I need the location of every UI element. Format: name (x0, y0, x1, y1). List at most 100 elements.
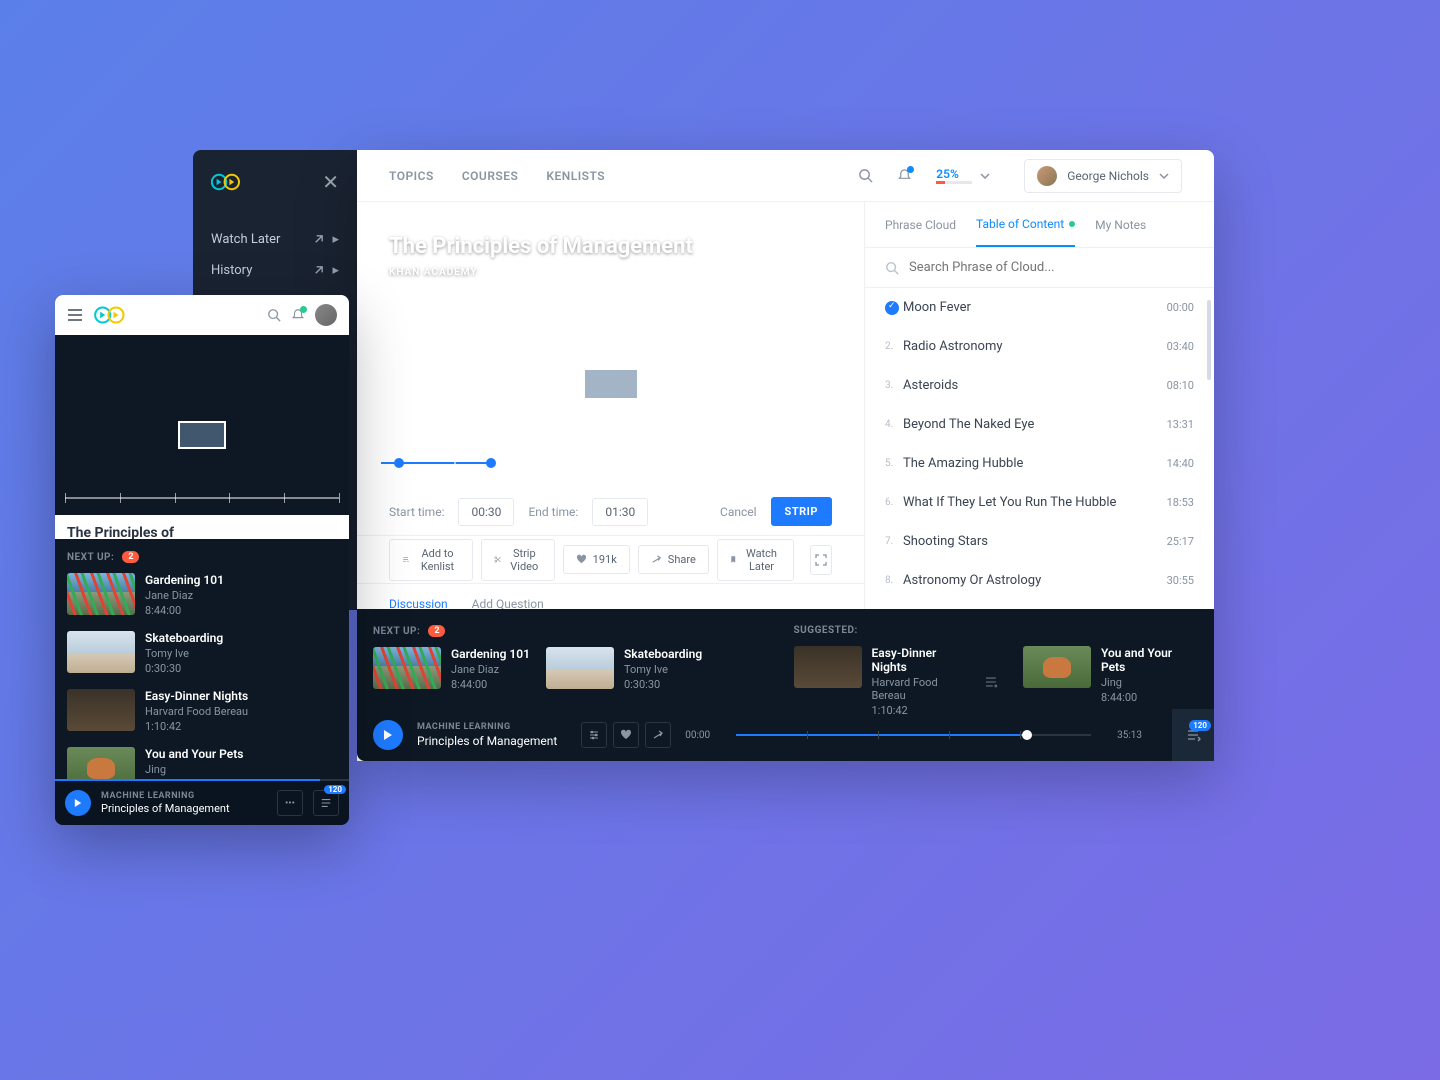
toc-item[interactable]: 6.What If They Let You Run The Hubble18:… (865, 483, 1214, 522)
toc-item[interactable]: 2.Radio Astronomy03:40 (865, 327, 1214, 366)
video-card[interactable]: Gardening 101Jane Diaz8:44:00 (67, 573, 337, 617)
nav-courses[interactable]: COURSES (462, 169, 519, 183)
card-duration: 0:30:30 (624, 678, 702, 691)
nav-kenlists[interactable]: KENLISTS (546, 169, 605, 183)
player-like-button[interactable] (613, 722, 639, 748)
card-title: Gardening 101 (145, 573, 224, 587)
strip-video-button[interactable]: Strip Video (481, 539, 555, 581)
heart-icon (576, 554, 587, 565)
video-card[interactable]: Easy-Dinner NightsHarvard Food Bereau1:1… (67, 689, 337, 733)
sidebar-item-history[interactable]: History ▸ (211, 255, 339, 286)
thumbnail (67, 689, 135, 731)
player-title: Principles of Management (417, 734, 557, 748)
video-timeline[interactable] (381, 462, 840, 464)
user-dropdown[interactable]: George Nichols (1024, 159, 1182, 193)
toc-item[interactable]: 7.Shooting Stars25:17 (865, 522, 1214, 561)
progress-widget[interactable]: 25% (936, 167, 990, 184)
search-icon (885, 261, 899, 275)
video-hero[interactable]: The Principles of Management KHAN ACADEM… (357, 202, 864, 488)
end-time-input[interactable] (592, 498, 648, 526)
mobile-nextup: NEXT UP: 2 Gardening 101Jane Diaz8:44:00… (55, 539, 349, 815)
toc-num: 2. (885, 341, 903, 352)
toc-item[interactable]: 3.Asteroids08:10 (865, 366, 1214, 405)
bell-icon[interactable] (291, 308, 305, 322)
bell-icon[interactable] (897, 168, 912, 183)
sliders-icon (588, 729, 600, 741)
add-kenlist-button[interactable]: Add to Kenlist (389, 539, 473, 581)
player-title: Principles of Management (101, 802, 230, 815)
thumbnail (546, 647, 614, 689)
playlist-settings-button[interactable] (581, 722, 607, 748)
toc-title: Radio Astronomy (903, 339, 1167, 354)
nextup-count: 2 (122, 551, 139, 563)
thumbnail (67, 631, 135, 673)
toc-title: The Amazing Hubble (903, 456, 1167, 471)
video-card[interactable]: Gardening 101Jane Diaz8:44:00 (373, 647, 530, 691)
video-card[interactable]: You and Your PetsJing8:44:00 (1023, 646, 1198, 704)
scissors-icon (494, 554, 501, 565)
queue-button[interactable]: 120 (313, 790, 339, 816)
tab-table-of-content[interactable]: Table of Content (976, 217, 1075, 247)
nav-topics[interactable]: TOPICS (389, 169, 434, 183)
toc-title: Asteroids (903, 378, 1167, 393)
nextup-label: NEXT UP: (373, 626, 420, 637)
toc-title: Shooting Stars (903, 534, 1167, 549)
close-icon[interactable]: ✕ (322, 170, 339, 194)
player-share-button[interactable] (645, 722, 671, 748)
like-button[interactable]: 191k (563, 545, 630, 574)
video-timeline[interactable] (65, 497, 339, 499)
play-button[interactable] (373, 720, 403, 750)
card-author: Tomy Ive (624, 663, 702, 676)
sidebar-item-watch-later[interactable]: Watch Later ▸ (211, 224, 339, 255)
thumbnail (373, 647, 441, 689)
desktop-footer: NEXT UP: 2 Gardening 101Jane Diaz8:44:00… (357, 609, 1214, 761)
mobile-title: The Principles of (67, 525, 337, 539)
toc-num: 6. (885, 497, 903, 508)
hamburger-icon[interactable] (67, 308, 83, 322)
toc-item[interactable]: 5.The Amazing Hubble14:40 (865, 444, 1214, 483)
search-icon[interactable] (858, 168, 873, 183)
toc-time: 13:31 (1167, 418, 1194, 431)
video-card[interactable]: SkateboardingTomy Ive0:30:30 (67, 631, 337, 675)
toc-item[interactable]: 4.Beyond The Naked Eye13:31 (865, 405, 1214, 444)
card-author: Harvard Food Bereau (145, 705, 248, 718)
player-bar: MACHINE LEARNING Principles of Managemen… (357, 709, 1214, 761)
scrollbar[interactable] (1207, 300, 1211, 380)
toc-item[interactable]: Moon Fever00:00 (865, 288, 1214, 327)
tab-my-notes[interactable]: My Notes (1095, 218, 1146, 246)
video-card[interactable]: Easy-Dinner NightsHarvard Food Bereau1:1… (794, 646, 1007, 717)
card-author: Harvard Food Bereau (872, 676, 974, 702)
avatar[interactable] (315, 304, 337, 326)
card-author: Jing (1101, 676, 1198, 689)
strip-button[interactable]: STRIP (771, 497, 832, 526)
search-input[interactable] (909, 260, 1194, 275)
app-logo (211, 172, 243, 192)
avatar (1037, 166, 1057, 186)
watch-later-button[interactable]: Watch Later (717, 539, 794, 581)
player-track[interactable] (736, 734, 1091, 736)
share-icon (651, 554, 662, 565)
mobile-hero[interactable] (55, 335, 349, 515)
player-category: MACHINE LEARNING (101, 791, 230, 801)
queue-count: 120 (1189, 720, 1211, 731)
mobile-panel: The Principles of NEXT UP: 2 Gardening 1… (55, 295, 349, 825)
toc-item[interactable]: 8.Astronomy Or Astrology30:55 (865, 561, 1214, 600)
card-title: Gardening 101 (451, 647, 530, 661)
mobile-title-bar: The Principles of (55, 515, 349, 539)
cancel-button[interactable]: Cancel (720, 505, 757, 519)
start-time-input[interactable] (458, 498, 514, 526)
play-button[interactable] (65, 790, 91, 816)
card-title: Easy-Dinner Nights (872, 646, 974, 674)
fullscreen-button[interactable] (810, 545, 832, 575)
tab-phrase-cloud[interactable]: Phrase Cloud (885, 218, 956, 246)
toc-num: 3. (885, 380, 903, 391)
card-title: Skateboarding (624, 647, 702, 661)
share-button[interactable]: Share (638, 545, 709, 574)
end-time-label: End time: (528, 505, 578, 519)
video-card[interactable]: Skateboarding Tomy Ive 0:30:30 (546, 647, 702, 691)
playlist-icon[interactable] (983, 675, 999, 689)
search-icon[interactable] (267, 308, 281, 322)
fullscreen-icon (815, 554, 827, 566)
queue-button[interactable]: 120 (1172, 709, 1214, 761)
more-button[interactable]: ••• (277, 790, 303, 816)
